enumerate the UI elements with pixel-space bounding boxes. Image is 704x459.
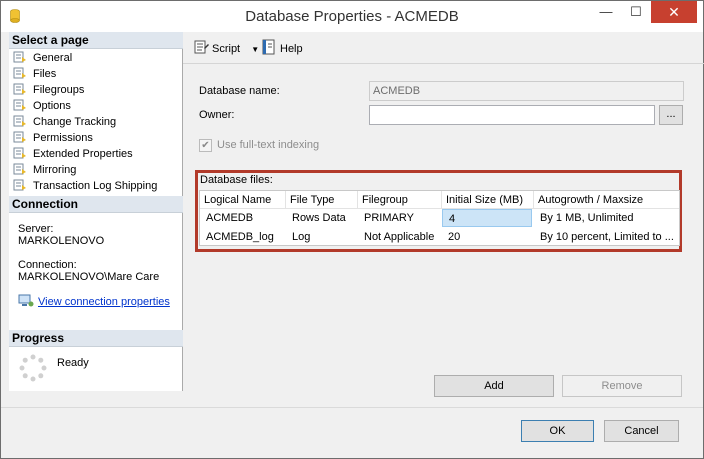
- column-header-initial-size[interactable]: Initial Size (MB): [442, 191, 534, 209]
- connection-label: Connection:: [18, 259, 77, 271]
- database-files-label: Database files:: [200, 174, 273, 186]
- cell-initial-size[interactable]: 4: [442, 209, 532, 227]
- progress-status: Ready: [57, 357, 89, 369]
- page-icon: [13, 51, 26, 63]
- database-properties-window: Database Properties - ACMEDB — ☐ ✕ Selec…: [0, 0, 704, 459]
- page-icon: [13, 147, 26, 159]
- page-item-label: Extended Properties: [33, 148, 133, 160]
- help-button[interactable]: Help: [261, 39, 303, 59]
- owner-browse-button[interactable]: ...: [659, 105, 683, 125]
- page-item-mirroring[interactable]: Mirroring: [13, 162, 76, 178]
- fulltext-label: Use full-text indexing: [217, 139, 320, 151]
- page-icon: [13, 163, 26, 175]
- script-label: Script: [212, 43, 241, 55]
- server-label: Server:: [18, 223, 54, 235]
- table-row[interactable]: ACMEDB_log Log Not Applicable 20 By 10 p…: [200, 228, 679, 246]
- connection-value: MARKOLENOVO\Mare Care: [18, 271, 160, 283]
- page-item-label: Filegroups: [33, 84, 85, 96]
- table-row[interactable]: ACMEDB Rows Data PRIMARY 4 By 1 MB, Unli…: [200, 209, 679, 227]
- cell-file-type[interactable]: Log: [286, 228, 358, 246]
- column-header-filegroup[interactable]: Filegroup: [358, 191, 442, 209]
- footer-divider: [1, 407, 703, 408]
- database-name-field: ACMEDB: [369, 81, 684, 101]
- close-button[interactable]: ✕: [651, 1, 697, 23]
- toolbar: Script ▼ Help: [187, 36, 697, 62]
- view-connection-properties-text[interactable]: View connection properties: [38, 296, 170, 308]
- page-item-label: Mirroring: [33, 164, 77, 176]
- owner-label: Owner:: [199, 109, 235, 121]
- cell-file-type[interactable]: Rows Data: [286, 209, 358, 227]
- cancel-button[interactable]: Cancel: [604, 420, 679, 442]
- select-page-header: Select a page: [9, 32, 183, 49]
- page-item-extended-properties[interactable]: Extended Properties: [13, 146, 133, 162]
- page-item-options[interactable]: Options: [13, 98, 71, 114]
- column-header-autogrowth[interactable]: Autogrowth / Maxsize: [534, 191, 679, 209]
- maximize-button[interactable]: ☐: [621, 1, 651, 23]
- cell-initial-size[interactable]: 20: [442, 228, 532, 246]
- page-item-label: General: [33, 52, 73, 64]
- fulltext-checkbox: ✔: [199, 139, 212, 152]
- ok-button[interactable]: OK: [521, 420, 594, 442]
- page-icon: [13, 115, 26, 127]
- column-header-logical-name[interactable]: Logical Name: [200, 191, 286, 209]
- database-name-label: Database name:: [199, 85, 280, 97]
- page-item-files[interactable]: Files: [13, 66, 56, 82]
- connection-properties-icon: [18, 294, 34, 307]
- page-icon: [13, 99, 26, 111]
- page-item-permissions[interactable]: Permissions: [13, 130, 93, 146]
- cell-logical-name[interactable]: ACMEDB_log: [200, 228, 286, 246]
- left-pane: Select a page General Files Filegroups O…: [9, 32, 183, 391]
- script-button[interactable]: Script ▼: [193, 39, 259, 59]
- toolbar-divider: [183, 63, 704, 64]
- owner-field[interactable]: [369, 105, 655, 125]
- page-item-general[interactable]: General: [13, 50, 72, 66]
- page-item-label: Transaction Log Shipping: [33, 180, 158, 192]
- page-icon: [13, 131, 26, 143]
- minimize-button[interactable]: —: [591, 1, 621, 23]
- page-item-change-tracking[interactable]: Change Tracking: [13, 114, 116, 130]
- database-files-grid: Logical Name File Type Filegroup Initial…: [199, 190, 680, 246]
- page-icon: [13, 83, 26, 95]
- help-icon: [262, 39, 275, 55]
- help-label: Help: [280, 43, 303, 55]
- cell-filegroup[interactable]: PRIMARY: [358, 209, 442, 227]
- cell-autogrowth[interactable]: By 1 MB, Unlimited: [534, 209, 677, 227]
- connection-header: Connection: [9, 196, 183, 213]
- script-icon: [194, 40, 209, 54]
- dropdown-arrow-icon[interactable]: ▼: [251, 45, 259, 54]
- page-item-label: Options: [33, 100, 71, 112]
- grid-header: Logical Name File Type Filegroup Initial…: [200, 191, 679, 209]
- page-icon: [13, 67, 26, 79]
- add-button[interactable]: Add: [434, 375, 554, 397]
- cell-logical-name[interactable]: ACMEDB: [200, 209, 286, 227]
- column-header-file-type[interactable]: File Type: [286, 191, 358, 209]
- page-item-label: Files: [33, 68, 57, 80]
- remove-button[interactable]: Remove: [562, 375, 682, 397]
- page-item-label: Permissions: [33, 132, 93, 144]
- progress-header: Progress: [9, 330, 183, 347]
- spinner-icon: [19, 354, 47, 382]
- title-bar: Database Properties - ACMEDB — ☐ ✕: [1, 1, 703, 32]
- cell-autogrowth[interactable]: By 10 percent, Limited to ...: [534, 228, 677, 246]
- server-value: MARKOLENOVO: [18, 235, 105, 247]
- cell-filegroup[interactable]: Not Applicable: [358, 228, 442, 246]
- page-item-label: Change Tracking: [33, 116, 117, 128]
- view-connection-properties-link[interactable]: View connection properties: [18, 294, 170, 308]
- page-item-filegroups[interactable]: Filegroups: [13, 82, 84, 98]
- page-item-transaction-log-shipping[interactable]: Transaction Log Shipping: [13, 178, 157, 194]
- page-icon: [13, 179, 26, 191]
